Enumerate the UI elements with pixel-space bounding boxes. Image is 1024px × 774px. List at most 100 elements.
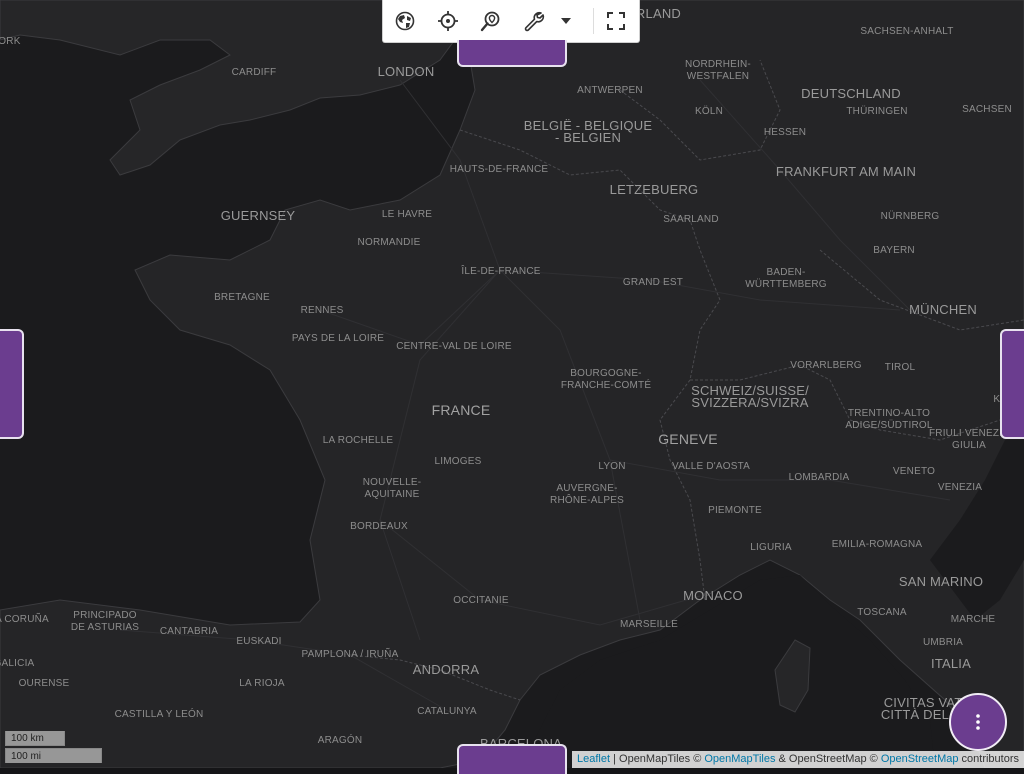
map-label: CATALUNYA	[417, 706, 477, 717]
tools-button[interactable]	[512, 0, 555, 43]
map-label: CASTILLA Y LEÓN	[114, 709, 204, 720]
map-label: PRINCIPADO DE ASTURIAS	[70, 610, 140, 633]
openmaptiles-link[interactable]: OpenMapTiles	[704, 753, 775, 765]
map-label: SACHSEN	[962, 104, 1012, 115]
map-label: CENTRE-VAL DE LOIRE	[396, 341, 512, 352]
map-label: TOSCANA	[857, 607, 907, 618]
map-label: GUERNSEY	[220, 208, 296, 223]
map-label: BADEN- WÜRTTEMBERG	[745, 267, 827, 290]
map-label: TIROL	[884, 362, 916, 373]
map-label: FRIULI VENEZIA GIULIA	[928, 428, 1010, 451]
map-canvas[interactable]: BIRMINGHAMLONDONCARDIFFYORKNEDERLANDSACH…	[0, 0, 1024, 768]
map-label: NORMANDIE	[357, 237, 421, 248]
map-label: SACHSEN-ANHALT	[860, 26, 954, 37]
map-label: SAARLAND	[663, 214, 719, 225]
scale-mi: 100 mi	[5, 748, 102, 763]
map-label: LA RIOJA	[239, 678, 285, 689]
map-label: VALLE D'AOSTA	[671, 461, 751, 472]
map-label: THÜRINGEN	[846, 106, 908, 117]
map-label: LONDON	[377, 64, 435, 79]
locate-crosshair-icon	[437, 11, 458, 31]
map-label: FRANKFURT AM MAIN	[775, 164, 917, 179]
map-label: LETZEBUERG	[609, 182, 699, 197]
map-label: CANTABRIA	[159, 626, 219, 637]
attribution-text-2: & OpenStreetMap ©	[775, 753, 881, 765]
attribution: Leaflet | OpenMapTiles © OpenMapTiles & …	[572, 751, 1024, 768]
left-panel-handle[interactable]	[0, 329, 24, 439]
map-label: FRANCE	[431, 402, 491, 418]
zoom-to-location-button[interactable]	[469, 0, 512, 43]
map-label: SCHWEIZ/SUISSE/SVIZZERA/SVIZRA	[691, 383, 809, 410]
map-label: NOUVELLE- AQUITAINE	[362, 477, 422, 500]
map-label: BORDEAUX	[350, 521, 408, 532]
map-label: CARDIFF	[231, 67, 277, 78]
map-label: LYON	[598, 461, 626, 472]
map-label: LOMBARDIA	[788, 472, 850, 483]
leaflet-link[interactable]: Leaflet	[577, 753, 610, 765]
map-label: BELGIË - BELGIQUE - BELGIEN	[523, 118, 653, 145]
map-label: NORDRHEIN- WESTFALEN	[685, 59, 751, 82]
map-label: ANDORRA	[412, 662, 480, 677]
map-label: SAN MARINO	[898, 574, 984, 589]
wrench-icon	[524, 11, 544, 32]
map-label: EUSKADI	[236, 636, 282, 647]
map-label: LE HAVRE	[381, 209, 433, 220]
map-label: PAMPLONA / IRUÑA	[301, 649, 399, 660]
map-label: RENNES	[300, 305, 344, 316]
fullscreen-icon	[606, 12, 625, 30]
map-label: BOURGOGNE- FRANCHE-COMTÉ	[560, 368, 652, 391]
map-label: BAYERN	[873, 245, 915, 256]
map-label: ÎLE-DE-FRANCE	[461, 266, 541, 277]
right-panel-handle[interactable]	[1000, 329, 1024, 439]
map-label: GENEVE	[658, 431, 718, 447]
map-label: A CORUÑA	[0, 614, 49, 625]
tools-dropdown-toggle[interactable]	[555, 0, 577, 43]
map-label: MONACO	[683, 588, 743, 603]
map-label: DEUTSCHLAND	[801, 86, 901, 101]
attribution-text-1: | OpenMapTiles ©	[610, 753, 705, 765]
openstreetmap-link[interactable]: OpenStreetMap	[881, 753, 959, 765]
map-label: MÜNCHEN	[909, 302, 977, 317]
map-label: LIGURIA	[750, 542, 792, 553]
map-label: EMILIA-ROMAGNA	[831, 539, 923, 550]
map-label: HESSEN	[763, 127, 807, 138]
map-label: MARCHE	[950, 614, 996, 625]
map-label: HAUTS-DE-FRANCE	[449, 164, 549, 175]
map-label: VENEZIA	[937, 482, 983, 493]
map-label: ARAGÓN	[317, 735, 363, 746]
map-label: AUVERGNE- RHÔNE-ALPES	[550, 483, 624, 506]
map-label: GALICIA	[0, 658, 35, 669]
map-label: ITALIA	[931, 656, 971, 671]
bottom-panel-handle[interactable]	[457, 744, 567, 774]
more-vertical-icon	[976, 714, 980, 730]
locate-button[interactable]	[426, 0, 469, 43]
map-label: KÖLN	[694, 106, 724, 117]
map-label: LA ROCHELLE	[322, 435, 394, 446]
map-label: ANTWERPEN	[577, 85, 643, 96]
map-label: VORARLBERG	[790, 360, 862, 371]
globe-icon	[395, 11, 414, 31]
globe-button[interactable]	[383, 0, 426, 43]
caret-down-icon	[561, 18, 571, 24]
map-label: OURENSE	[18, 678, 70, 689]
map-label: NÜRNBERG	[880, 211, 940, 222]
fullscreen-button[interactable]	[594, 0, 637, 43]
map-label: VENETO	[892, 466, 936, 477]
map-label: MARSEILLE	[620, 619, 678, 630]
map-label: PIEMONTE	[708, 505, 762, 516]
attribution-text-3: contributors	[958, 753, 1019, 765]
map-label: UMBRIA	[922, 637, 964, 648]
scale-km: 100 km	[5, 731, 65, 746]
map-label: OCCITANIE	[453, 595, 509, 606]
more-options-button[interactable]	[949, 693, 1007, 751]
map-label: GRAND EST	[622, 277, 684, 288]
map-label: BRETAGNE	[214, 292, 270, 303]
zoom-location-icon	[480, 11, 499, 32]
map-label: TRENTINO-ALTO ADIGE/SÜDTIROL	[845, 408, 933, 431]
map-label: BIRMINGHAM	[293, 0, 360, 2]
map-label: LIMOGES	[434, 456, 482, 467]
map-label: PAYS DE LA LOIRE	[291, 333, 385, 344]
map-toolbar	[382, 0, 640, 43]
top-panel-handle[interactable]	[457, 40, 567, 67]
